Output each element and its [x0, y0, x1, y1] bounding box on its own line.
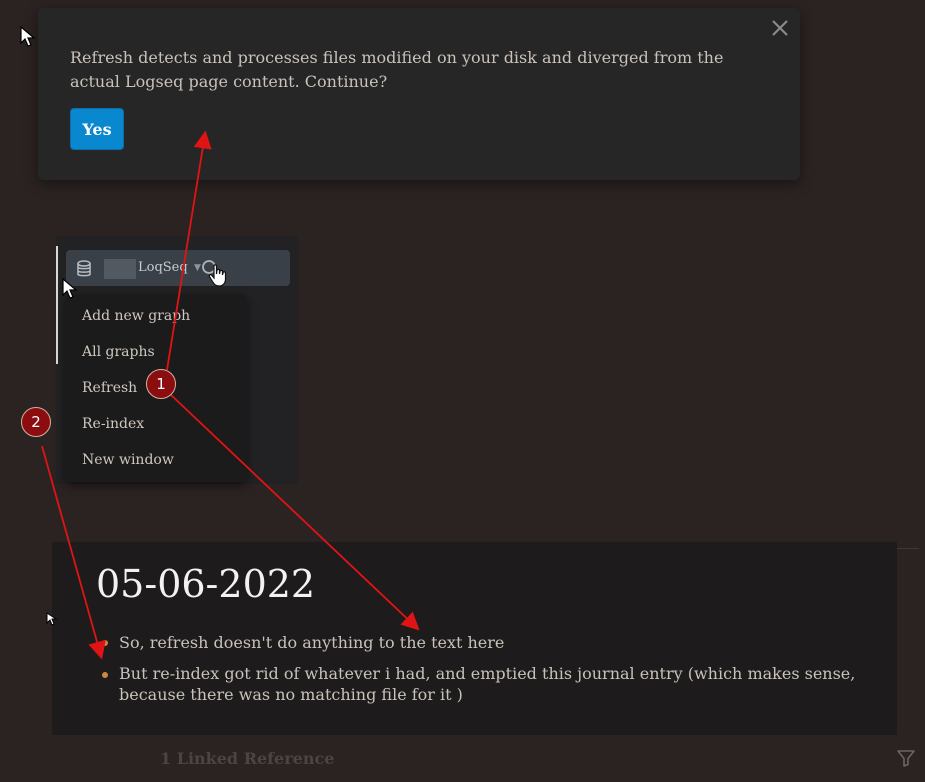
mouse-pointer-icon	[62, 277, 82, 302]
linked-references-header[interactable]: 1 Linked Reference	[160, 749, 334, 768]
filter-icon[interactable]	[896, 748, 916, 768]
annotation-marker-2: 2	[21, 407, 51, 437]
mouse-pointer-icon	[20, 25, 40, 50]
refresh-notification: Refresh detects and processes files modi…	[38, 8, 800, 180]
menu-item-new-window[interactable]: New window	[82, 452, 174, 468]
journal-title[interactable]: 05-06-2022	[96, 562, 315, 606]
graph-avatar	[104, 259, 136, 279]
notification-message: Refresh detects and processes files modi…	[70, 48, 724, 91]
sidebar-divider	[56, 246, 58, 364]
menu-item-refresh[interactable]: Refresh	[82, 380, 137, 396]
menu-item-re-index[interactable]: Re-index	[82, 416, 144, 432]
journal-block[interactable]: So, refresh doesn't do anything to the t…	[119, 632, 859, 653]
graph-name: LoqSeq	[138, 260, 188, 275]
divider	[897, 548, 919, 549]
annotation-marker-1: 1	[146, 369, 176, 399]
block-bullet[interactable]	[102, 640, 108, 646]
yes-button[interactable]: Yes	[70, 108, 124, 150]
close-icon[interactable]	[770, 18, 790, 38]
block-bullet[interactable]	[102, 672, 108, 678]
hand-cursor-icon	[206, 262, 232, 288]
database-icon	[76, 260, 92, 278]
menu-item-add-new-graph[interactable]: Add new graph	[82, 308, 190, 324]
mouse-pointer-icon	[46, 612, 66, 636]
journal-block[interactable]: But re-index got rid of whatever i had, …	[119, 663, 859, 705]
menu-item-all-graphs[interactable]: All graphs	[82, 344, 155, 360]
